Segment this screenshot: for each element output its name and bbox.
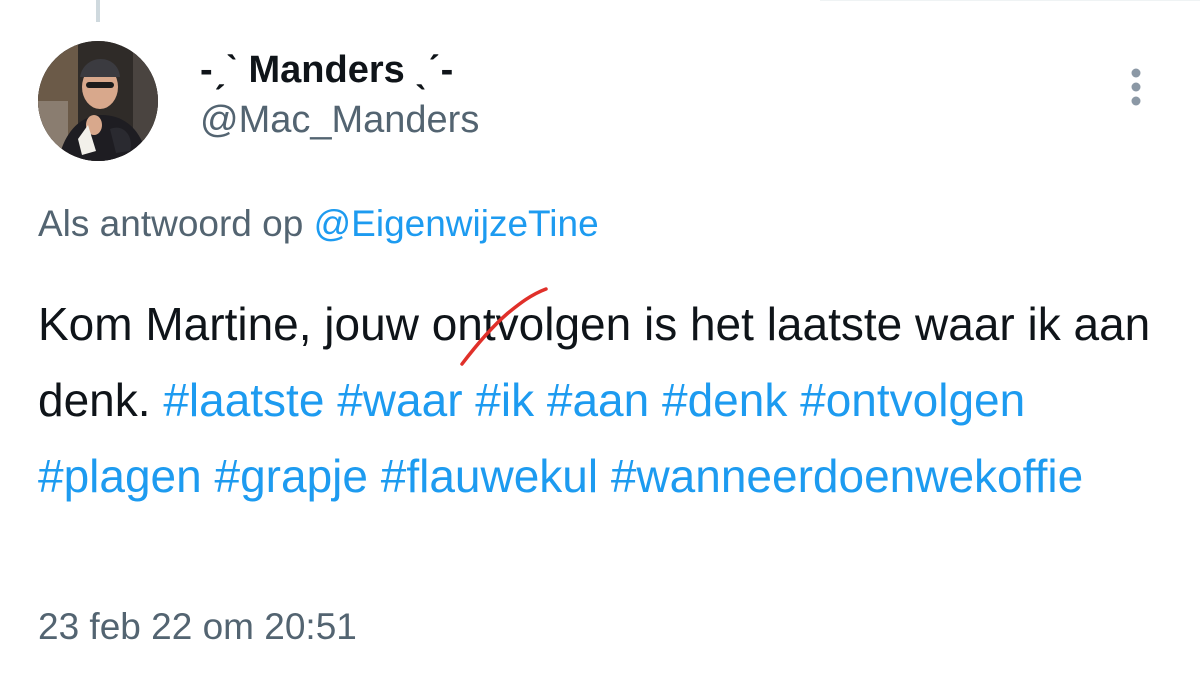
hashtag-link[interactable]: #ontvolgen (800, 374, 1025, 426)
tweet-text-segment (202, 450, 215, 502)
tweet-text-segment (463, 374, 476, 426)
user-handle[interactable]: @Mac_Manders (200, 96, 479, 144)
tweet-text-segment (649, 374, 662, 426)
reply-to-link[interactable]: @EigenwijzeTine (314, 203, 599, 244)
tweet-text-segment (324, 374, 337, 426)
user-info: -ˏˋ Manders ˎˊ- @Mac_Manders (200, 44, 479, 144)
thread-connector-line (96, 0, 100, 22)
hashtag-link[interactable]: #waar (337, 374, 462, 426)
avatar[interactable] (38, 41, 158, 161)
avatar-photo (38, 41, 158, 161)
reply-prefix: Als antwoord op (38, 203, 304, 244)
more-options-button[interactable] (1116, 64, 1156, 114)
hashtag-link[interactable]: #plagen (38, 450, 202, 502)
hashtag-link[interactable]: #flauwekul (381, 450, 598, 502)
tweet-timestamp[interactable]: 23 feb 22 om 20:51 (38, 602, 357, 652)
tweet-text-segment (368, 450, 381, 502)
hashtag-link[interactable]: #ik (475, 374, 534, 426)
hashtag-link[interactable]: #wanneerdoenwekoffie (611, 450, 1083, 502)
tweet-text: Kom Martine, jouw ontvolgen is het laats… (38, 286, 1178, 514)
display-name[interactable]: -ˏˋ Manders ˎˊ- (200, 44, 479, 96)
hashtag-link[interactable]: #laatste (163, 374, 324, 426)
hashtag-link[interactable]: #denk (662, 374, 787, 426)
more-vertical-icon (1131, 68, 1141, 106)
tweet-text-segment (598, 450, 611, 502)
tweet-text-segment (787, 374, 800, 426)
reply-context: Als antwoord op @EigenwijzeTine (38, 199, 599, 249)
hashtag-link[interactable]: #aan (547, 374, 649, 426)
top-divider (820, 0, 1200, 1)
tweet-text-segment (534, 374, 547, 426)
hashtag-link[interactable]: #grapje (215, 450, 368, 502)
